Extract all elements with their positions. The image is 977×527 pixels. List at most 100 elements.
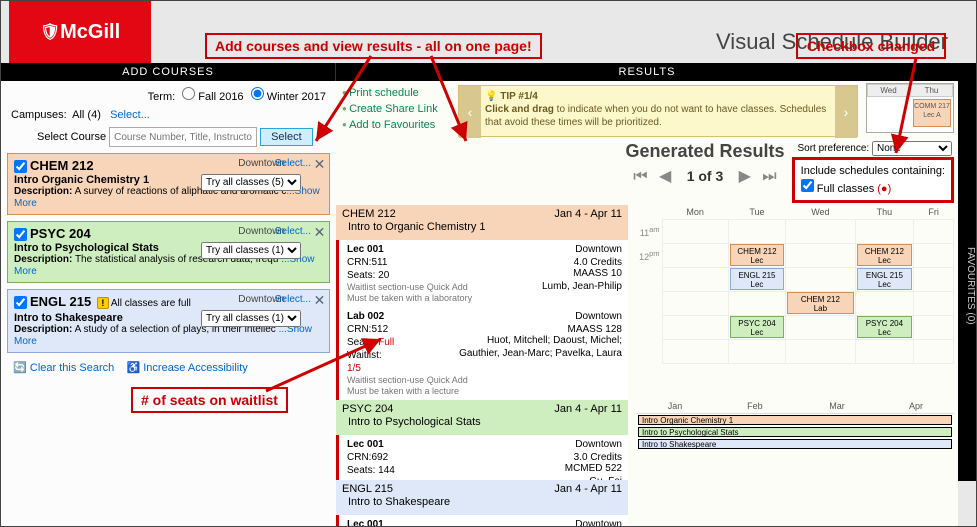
result-course-header[interactable]: PSYC 204Jan 4 - Apr 11Intro to Psycholog… [336,400,628,435]
week-cell[interactable]: CHEM 212Lec [728,244,785,268]
week-cell[interactable]: CHEM 212Lab [786,292,855,316]
week-cell[interactable] [914,268,954,292]
week-cell[interactable] [662,268,728,292]
week-cell[interactable] [786,244,855,268]
month-bar[interactable]: Intro Organic Chemistry 1 [638,415,952,425]
course-classes-select[interactable]: Try all classes (1) [201,242,301,259]
week-cell[interactable] [855,292,914,316]
result-section[interactable]: Lec 001Downtown CRN:160503.0 Credits Sea… [336,515,628,526]
section-instructor: Lumb, Jean-Philip [542,280,622,293]
month-header: Jan [636,399,714,414]
course-checkbox[interactable] [14,296,27,309]
course-search-input[interactable] [109,127,257,147]
week-cell[interactable]: CHEM 212Lec [855,244,914,268]
course-campus-select[interactable]: Select... [275,226,311,237]
week-cell[interactable] [914,340,954,364]
close-icon[interactable]: ✕ [312,224,327,239]
select-course-label: Select Course [37,131,106,143]
week-cell[interactable]: PSYC 204Lec [855,316,914,340]
week-cell[interactable]: ENGL 215Lec [728,268,785,292]
week-cell[interactable] [914,244,954,268]
week-day-header: Tue [728,205,785,220]
tip-mini-day: Thu [910,84,953,97]
week-cell[interactable] [855,340,914,364]
tip-mini-calendar: WedThu COMM 217 Lec A [866,83,954,133]
result-section[interactable]: Lec 001Downtown CRN:6923.0 Credits Seats… [336,435,628,480]
campus-select-link[interactable]: Select... [110,109,150,121]
week-cell[interactable] [728,220,785,244]
section-name: Lab 002 [347,311,384,322]
course-campus-select[interactable]: Select... [275,158,311,169]
course-checkbox[interactable] [14,160,27,173]
result-section[interactable]: Lab 002Downtown CRN:512MAASS 128 Seats: … [336,307,628,400]
result-title: Intro to Shakespeare [342,495,622,512]
week-cell[interactable]: PSYC 204Lec [728,316,785,340]
result-code: ENGL 215 [342,483,393,495]
calendar-block[interactable]: ENGL 215Lec [857,268,913,290]
calendar-block[interactable]: ENGL 215Lec [730,268,784,290]
section-crn: CRN:511 [347,257,387,268]
result-dates: Jan 4 - Apr 11 [554,403,622,415]
week-cell[interactable] [786,316,855,340]
clear-search-link[interactable]: Clear this Search [30,362,114,374]
favourites-tab[interactable]: FAVOURITES (0) [958,81,976,481]
course-campus-select[interactable]: Select... [275,294,311,305]
week-cell[interactable] [728,340,785,364]
week-day-header: Mon [662,205,728,220]
course-checkbox[interactable] [14,228,27,241]
select-button[interactable]: Select [260,128,313,146]
week-cell[interactable] [662,316,728,340]
week-day-header: Thu [855,205,914,220]
week-cell[interactable] [786,340,855,364]
calendar-block[interactable]: CHEM 212Lab [787,292,853,314]
calendar-block[interactable]: CHEM 212Lec [730,244,784,266]
warning-icon: ! [97,297,109,309]
course-card: ENGL 215 !All classes are full Downtown … [7,289,330,353]
campus-label: Campuses: [11,109,67,121]
week-cell[interactable] [914,316,954,340]
week-cell[interactable] [914,292,954,316]
sort-row: Sort preference: None [798,141,953,156]
week-cell[interactable] [855,220,914,244]
term-opt-winter[interactable]: Winter 2017 [251,91,326,103]
result-section[interactable]: Lec 001Downtown CRN:5114.0 Credits Seats… [336,240,628,307]
tip-next-icon[interactable]: › [835,86,857,138]
month-bar[interactable]: Intro to Shakespeare [638,439,952,449]
week-cell[interactable] [662,220,728,244]
term-opt-fall[interactable]: Fall 2016 [182,91,243,103]
month-header: Mar [796,399,878,414]
result-title: Intro to Psychological Stats [342,415,622,432]
course-classes-select[interactable]: Try all classes (5) [201,174,301,191]
week-cell[interactable] [786,268,855,292]
week-cell[interactable] [662,292,728,316]
fav-header-gap [958,63,976,81]
result-course-header[interactable]: CHEM 212Jan 4 - Apr 11Intro to Organic C… [336,205,628,240]
calendar-block[interactable]: PSYC 204Lec [730,316,784,338]
week-cell[interactable] [914,220,954,244]
tip-prev-icon[interactable]: ‹ [459,86,481,138]
course-classes-select[interactable]: Try all classes (1) [201,310,301,327]
pager-last-icon[interactable]: ⏭ [758,168,780,185]
pager-first-icon[interactable]: ⏮ [629,168,651,185]
close-icon[interactable]: ✕ [312,156,327,171]
month-bar[interactable]: Intro to Psychological Stats [638,427,952,437]
sort-select[interactable]: None [872,141,952,156]
app-title: Visual Schedule Builder [716,29,948,55]
week-cell[interactable] [728,292,785,316]
filter-full-classes[interactable]: Full classes (●) [801,183,892,195]
result-course-header[interactable]: ENGL 215Jan 4 - Apr 11Intro to Shakespea… [336,480,628,515]
week-hour [636,316,662,340]
week-cell[interactable] [662,244,728,268]
week-cell[interactable]: ENGL 215Lec [855,268,914,292]
pager-prev-icon[interactable]: ◀ [655,168,675,185]
week-cell[interactable] [662,340,728,364]
section-crn: CRN:692 [347,452,388,463]
close-icon[interactable]: ✕ [312,292,327,307]
section-name: Lec 001 [347,519,384,526]
calendar-block[interactable]: CHEM 212Lec [857,244,913,266]
calendar-block[interactable]: PSYC 204Lec [857,316,913,338]
top-bar: McGill Visual Schedule Builder [1,1,976,63]
pager-next-icon[interactable]: ▶ [735,168,755,185]
week-cell[interactable] [786,220,855,244]
increase-accessibility-link[interactable]: Increase Accessibility [143,362,248,374]
